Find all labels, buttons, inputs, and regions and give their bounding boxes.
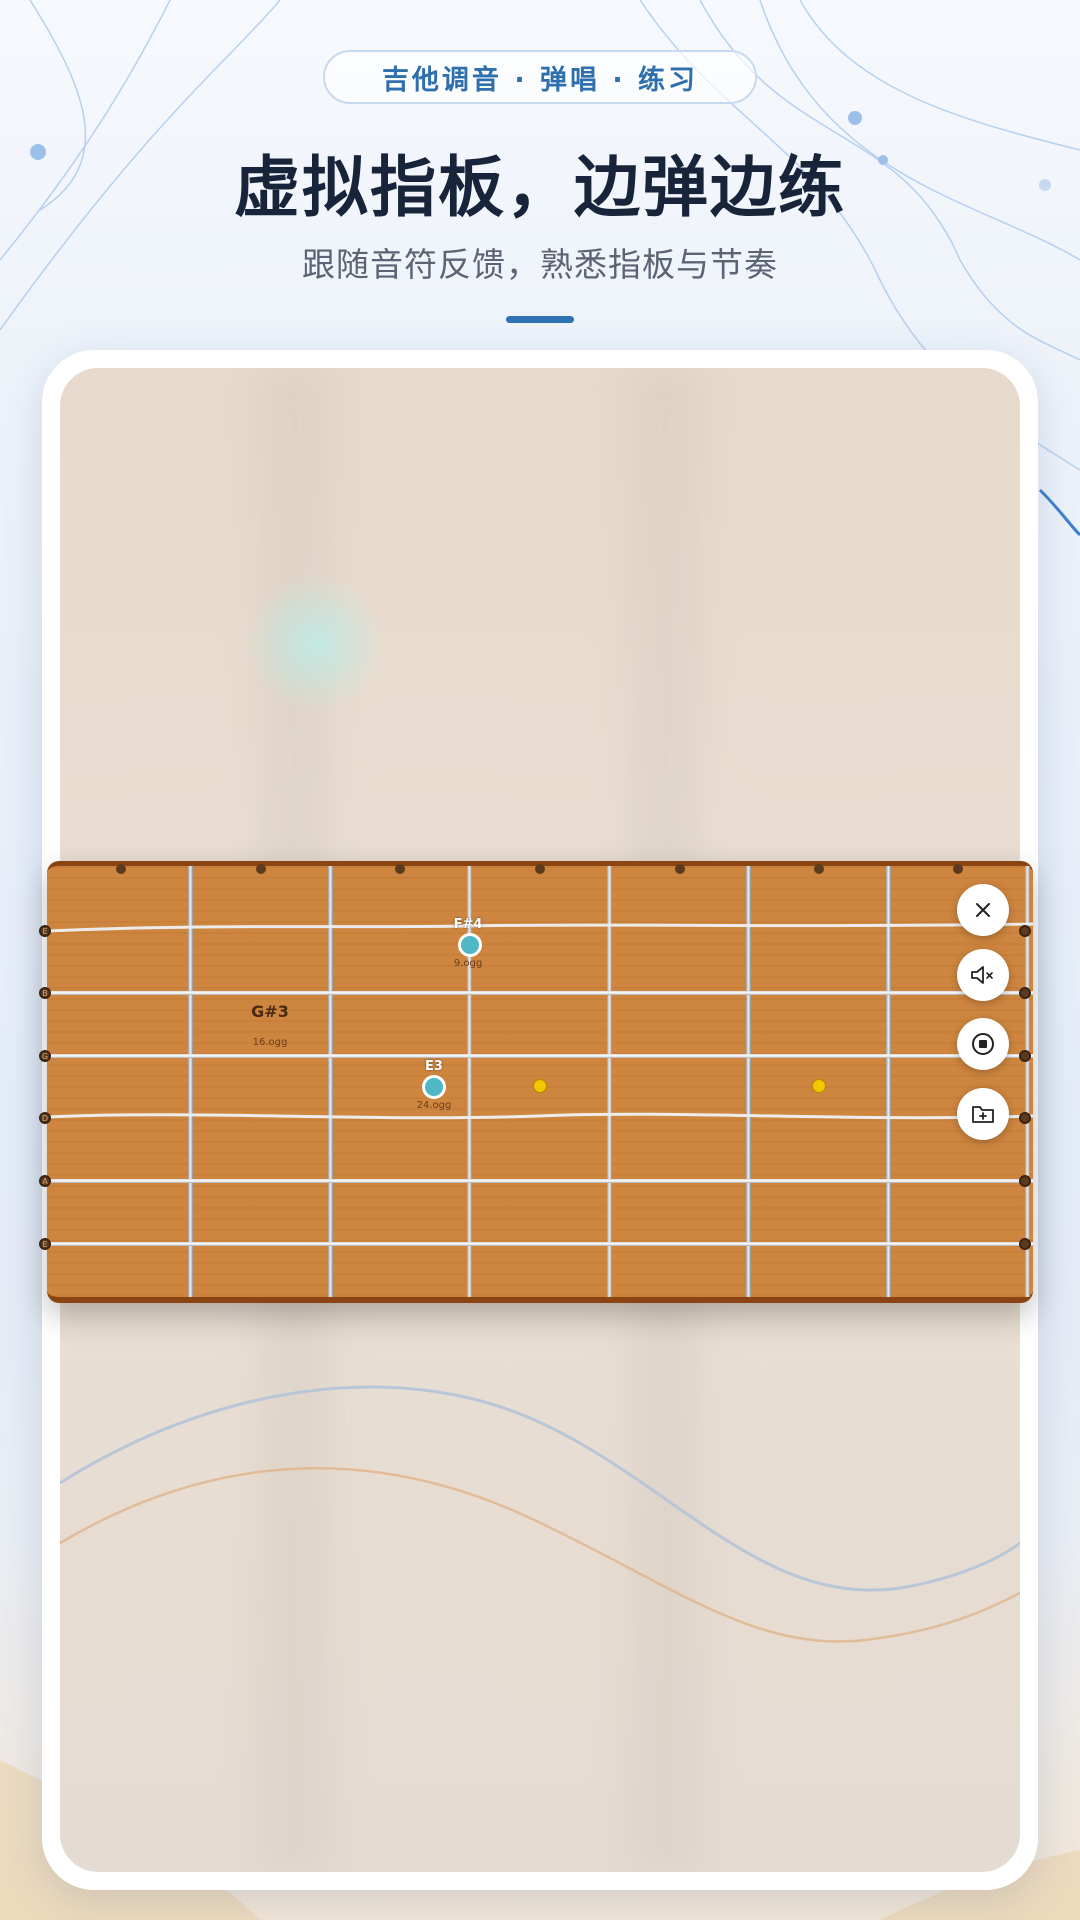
string-peg-6: E: [39, 1238, 51, 1250]
string-peg-right: [1019, 925, 1031, 937]
string-name: D: [41, 1113, 49, 1123]
string-peg-right: [1019, 1112, 1031, 1124]
string-name: E: [42, 926, 48, 936]
string-2[interactable]: [47, 991, 1033, 995]
close-button[interactable]: [957, 884, 1009, 936]
string-peg-5: A: [39, 1175, 51, 1187]
string-name: A: [42, 1176, 48, 1186]
volume-mute-icon: [971, 966, 993, 984]
note-label: E3: [425, 1059, 443, 1074]
string-peg-4: D: [39, 1112, 51, 1124]
note-label: G#3: [251, 1002, 289, 1021]
string-peg-2: B: [39, 987, 51, 999]
string-name: E: [42, 1239, 48, 1249]
note-dot[interactable]: [458, 933, 482, 957]
string-peg-3: G: [39, 1050, 51, 1062]
note-dot[interactable]: [422, 1075, 446, 1099]
close-icon: [976, 903, 990, 917]
string-name: G: [41, 1051, 49, 1061]
folder-add-icon: [972, 1106, 994, 1123]
feature-tag-text: 吉他调音 · 弹唱 · 练习: [381, 64, 699, 96]
mute-button[interactable]: [957, 949, 1009, 1001]
string-peg-right: [1019, 1175, 1031, 1187]
string-name: B: [42, 988, 48, 998]
note-label: F#4: [453, 917, 483, 932]
page-subtitle: 跟随音符反馈，熟悉指板与节奏: [302, 245, 778, 284]
note-file: 16.ogg: [252, 1037, 288, 1048]
fret-inlay-marker: [533, 1079, 547, 1093]
save-button[interactable]: [957, 1088, 1009, 1140]
string-3[interactable]: [47, 1054, 1033, 1058]
string-peg-right: [1019, 987, 1031, 999]
title-accent-bar: [506, 316, 574, 323]
string-6[interactable]: [47, 1242, 1033, 1246]
guitar-fretboard[interactable]: E B G D A E F#4 9.ogg E3 24.ogg G#3 16.o…: [39, 861, 1033, 1303]
fret-inlay-marker: [812, 1079, 826, 1093]
string-peg-1: E: [39, 925, 51, 937]
string-peg-right: [1019, 1238, 1031, 1250]
stop-button[interactable]: [957, 1018, 1009, 1070]
stop-icon: [972, 1033, 994, 1055]
string-5[interactable]: [47, 1179, 1033, 1183]
page-title: 虚拟指板，边弹边练: [234, 149, 846, 226]
note-file: 9.ogg: [453, 958, 483, 969]
note-file: 24.ogg: [416, 1100, 452, 1111]
string-peg-right: [1019, 1050, 1031, 1062]
feature-tag-pill: 吉他调音 · 弹唱 · 练习: [323, 50, 757, 104]
